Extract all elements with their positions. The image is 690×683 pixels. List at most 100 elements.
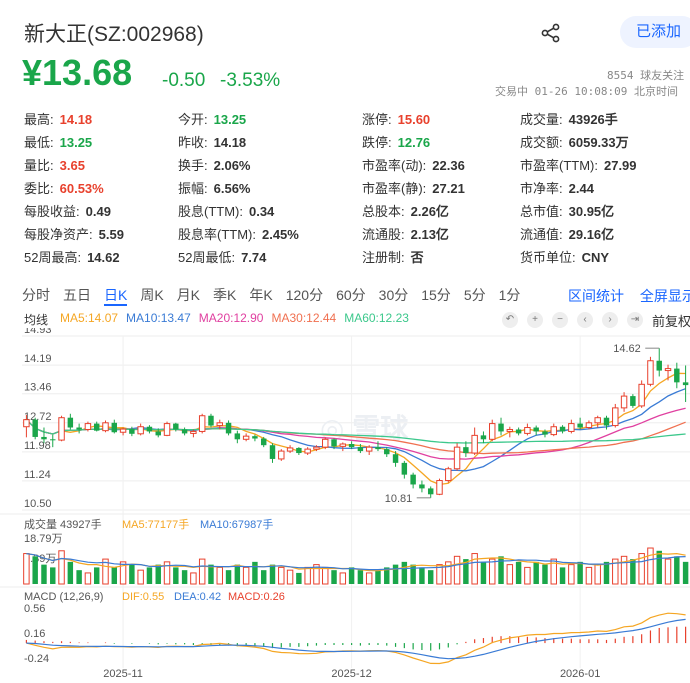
quote-item: 换手: 2.06% xyxy=(178,155,251,174)
quote-value: 2.44 xyxy=(568,181,594,196)
tab-period[interactable]: 1分 xyxy=(499,284,521,306)
macd-tick-label: 0.56 xyxy=(24,603,45,615)
tab-period[interactable]: 年K xyxy=(249,284,272,306)
quote-label: 成交量: xyxy=(520,112,563,127)
volume-bar xyxy=(296,572,302,584)
candle-body xyxy=(84,423,92,430)
range-stats-link[interactable]: 区间统计 xyxy=(568,288,624,304)
quote-item: 市盈率(TTM): 27.99 xyxy=(520,155,637,174)
undo-icon[interactable]: ↶ xyxy=(502,312,518,328)
candle-body xyxy=(50,439,56,441)
candle-body xyxy=(322,438,329,448)
candle-body xyxy=(664,368,672,372)
volume-bar xyxy=(603,561,610,584)
tab-period[interactable]: 月K xyxy=(177,284,200,306)
candle-body xyxy=(173,423,179,430)
tab-period[interactable]: 120分 xyxy=(286,284,323,306)
low-marker-label: 10.81 xyxy=(385,493,413,505)
tab-period[interactable]: 5分 xyxy=(464,284,486,306)
quote-value: 3.65 xyxy=(59,158,85,173)
trade-status: 交易中 01-26 10:08:09 北京时间 xyxy=(495,85,678,98)
tab-period[interactable]: 日K xyxy=(104,284,128,306)
quote-label: 委比: xyxy=(24,181,54,196)
quote-label: 流通值: xyxy=(520,227,563,242)
candle-body xyxy=(58,417,65,441)
quote-item: 振幅: 6.56% xyxy=(178,178,251,197)
candle-body xyxy=(190,430,197,434)
quote-label: 市盈率(动): xyxy=(362,158,427,173)
quote-value: 6059.33万 xyxy=(568,135,629,150)
candle-body xyxy=(471,434,478,454)
volume-bar xyxy=(93,567,100,584)
volume-bar xyxy=(533,561,539,584)
scroll-left-icon[interactable]: ‹ xyxy=(577,312,593,328)
tab-period[interactable]: 30分 xyxy=(379,284,409,306)
volume-bar xyxy=(506,564,514,585)
follow-button[interactable]: 已添加 xyxy=(620,16,690,48)
zoom-out-icon[interactable]: − xyxy=(552,312,568,328)
tab-period[interactable]: 周K xyxy=(140,284,163,306)
volume-ma5-legend: MA5:77177手 xyxy=(122,517,189,531)
volume-bar xyxy=(225,570,232,584)
ma-legend-item: MA20:12.90 xyxy=(198,311,264,325)
volume-bar xyxy=(181,570,188,584)
quote-item: 涨停: 15.60 xyxy=(362,109,430,128)
candle-body xyxy=(603,417,610,426)
candle-body xyxy=(93,423,100,431)
kline-chart[interactable]: 14.9314.1913.4612.7211.9811.2410.50◎ 雪球1… xyxy=(0,328,690,683)
price-tick-label: 14.19 xyxy=(24,353,52,365)
quote-value: 14.62 xyxy=(87,250,120,265)
volume-bar xyxy=(234,564,241,584)
volume-bar xyxy=(453,555,461,585)
tab-period[interactable]: 季K xyxy=(213,284,236,306)
quote-label: 昨收: xyxy=(178,135,208,150)
volume-legend-label: 成交量 43927手 xyxy=(24,517,102,531)
fullscreen-link[interactable]: 全屏显示 xyxy=(640,288,690,304)
quote-label: 注册制: xyxy=(362,250,405,265)
share-icon[interactable] xyxy=(540,22,562,44)
candle-body xyxy=(163,423,171,436)
quote-item: 今开: 13.25 xyxy=(178,109,246,128)
tab-period[interactable]: 分时 xyxy=(22,284,50,306)
zoom-in-icon[interactable]: + xyxy=(527,312,543,328)
candle-body xyxy=(630,396,636,406)
quote-label: 52周最低: xyxy=(178,250,236,265)
reset-icon[interactable]: ⇥ xyxy=(627,312,643,328)
quote-label: 52周最高: xyxy=(24,250,82,265)
quote-label: 跌停: xyxy=(362,135,392,150)
candle-body xyxy=(480,435,487,440)
quote-value: 22.36 xyxy=(432,158,465,173)
ma-legend-item: MA30:12.44 xyxy=(271,311,337,325)
quote-item: 委比: 60.53% xyxy=(24,178,104,197)
tab-period[interactable]: 60分 xyxy=(336,284,366,306)
volume-bar xyxy=(365,572,373,585)
quote-value: 否 xyxy=(410,250,424,265)
volume-bar xyxy=(322,566,329,585)
quote-value: 13.25 xyxy=(59,135,93,150)
tab-period[interactable]: 五日 xyxy=(63,284,91,306)
scroll-right-icon[interactable]: › xyxy=(602,312,618,328)
candle-body xyxy=(32,419,38,437)
volume-bar xyxy=(489,558,496,585)
candle-body xyxy=(242,435,250,440)
quote-label: 每股净资产: xyxy=(24,227,93,242)
candle-body xyxy=(375,447,381,450)
volume-bar xyxy=(542,564,548,584)
quote-item: 股息(TTM): 0.34 xyxy=(178,201,274,220)
volume-bar xyxy=(269,564,276,584)
quote-label: 股息率(TTM): xyxy=(178,227,256,242)
quote-item: 52周最高: 14.62 xyxy=(24,247,120,266)
volume-bar xyxy=(682,561,689,584)
quote-value: 2.45% xyxy=(261,227,299,242)
quote-label: 换手: xyxy=(178,158,208,173)
volume-bar xyxy=(278,566,285,585)
quote-value: 15.60 xyxy=(397,112,431,127)
candle-body xyxy=(286,447,294,452)
quote-item: 量比: 3.65 xyxy=(24,155,85,174)
candle-body xyxy=(41,436,47,440)
ma-legend-item: MA10:13.47 xyxy=(126,311,191,325)
volume-bar xyxy=(155,564,161,584)
tab-period[interactable]: 15分 xyxy=(421,284,451,306)
quote-item: 52周最低: 7.74 xyxy=(178,247,266,266)
candle-body xyxy=(489,423,496,440)
